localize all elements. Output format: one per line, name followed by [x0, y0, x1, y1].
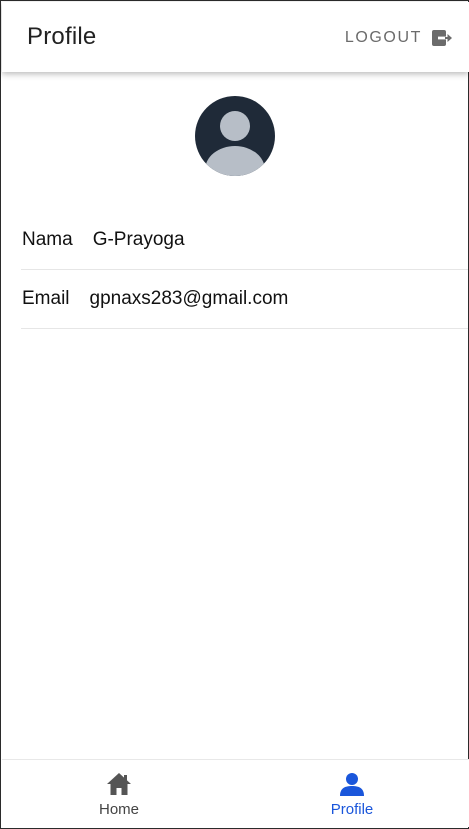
nav-item-profile[interactable]: Profile	[235, 760, 469, 828]
home-icon	[107, 773, 131, 795]
logout-icon	[432, 30, 452, 46]
nav-label-profile: Profile	[330, 801, 374, 818]
person-icon	[340, 773, 364, 796]
logout-button[interactable]: LOGOUT	[345, 26, 453, 50]
logout-label: LOGOUT	[344, 29, 422, 46]
page-title: Profile	[27, 23, 97, 50]
user-avatar-icon	[205, 111, 265, 176]
bottom-navigation: Home Profile	[2, 759, 469, 827]
field-label-email: Email	[22, 288, 70, 309]
profile-field-email: Email gpnaxs283@gmail.com	[21, 270, 468, 329]
profile-field-nama: Nama G-Prayoga	[21, 211, 468, 270]
field-label-nama: Nama	[22, 229, 73, 250]
field-value-nama: G-Prayoga	[92, 229, 185, 250]
app-bar: Profile LOGOUT	[2, 2, 469, 72]
app-frame: Profile LOGOUT Nama G-Prayoga Email gpna…	[0, 0, 469, 829]
field-value-email: gpnaxs283@gmail.com	[89, 288, 289, 309]
nav-item-home[interactable]: Home	[2, 760, 236, 828]
avatar	[195, 96, 275, 176]
nav-label-home: Home	[98, 801, 139, 818]
